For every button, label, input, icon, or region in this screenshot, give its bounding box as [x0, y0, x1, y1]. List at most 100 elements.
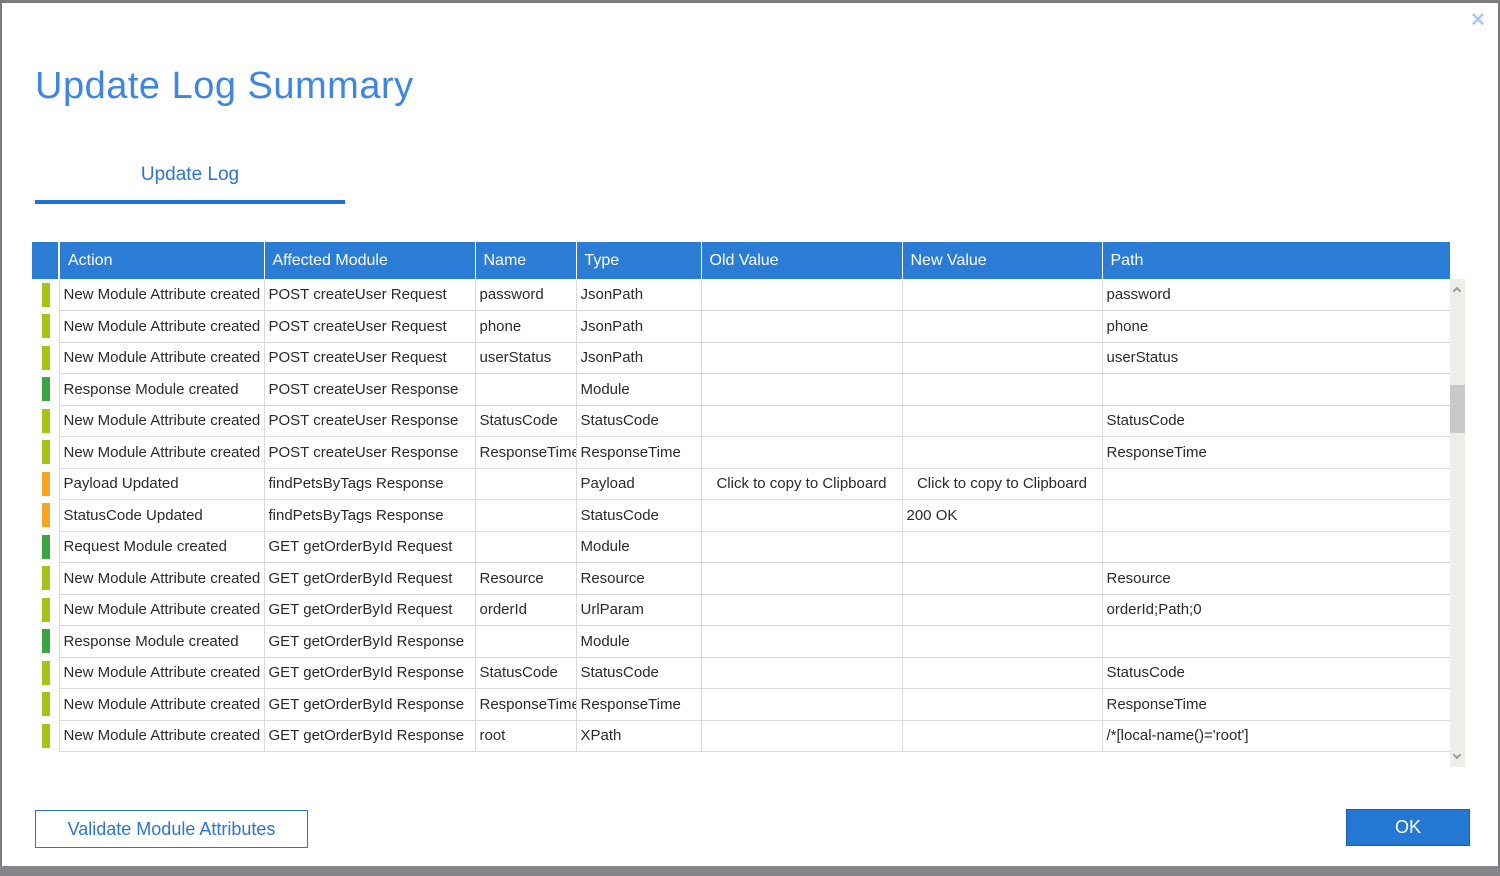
cell-type: Module — [576, 531, 701, 563]
row-status-indicator — [32, 720, 59, 752]
cell-type: Resource — [576, 563, 701, 595]
column-header-type[interactable]: Type — [576, 242, 701, 279]
cell-affected-module: GET getOrderById Response — [264, 720, 475, 752]
cell-name — [475, 500, 576, 532]
cell-copy-to-clipboard[interactable]: Click to copy to Clipboard — [701, 468, 902, 500]
cell-old-value — [701, 437, 902, 469]
table-row[interactable]: New Module Attribute created GET getOrde… — [32, 720, 1450, 752]
cell-new-value — [902, 405, 1102, 437]
cell-name: StatusCode — [475, 657, 576, 689]
cell-action: New Module Attribute created — [59, 594, 264, 626]
cell-path: /*[local-name()='root'] — [1102, 720, 1450, 752]
table-row[interactable]: New Module Attribute created POST create… — [32, 279, 1450, 311]
cell-action: Payload Updated — [59, 468, 264, 500]
row-status-indicator — [32, 563, 59, 595]
cell-type: StatusCode — [576, 657, 701, 689]
cell-type: Payload — [576, 468, 701, 500]
vertical-scrollbar[interactable] — [1450, 279, 1465, 767]
ok-button[interactable]: OK — [1346, 809, 1470, 846]
cell-affected-module: GET getOrderById Request — [264, 563, 475, 595]
cell-type: JsonPath — [576, 342, 701, 374]
cell-old-value — [701, 626, 902, 658]
row-status-indicator — [32, 689, 59, 721]
row-status-indicator — [32, 468, 59, 500]
column-header-path[interactable]: Path — [1102, 242, 1450, 279]
cell-new-value — [902, 657, 1102, 689]
cell-type: StatusCode — [576, 500, 701, 532]
scroll-up-icon[interactable] — [1453, 287, 1461, 295]
cell-type: ResponseTime — [576, 689, 701, 721]
tab-update-log[interactable]: Update Log — [35, 164, 345, 186]
table-row[interactable]: StatusCode Updated findPetsByTags Respon… — [32, 500, 1450, 532]
cell-name: StatusCode — [475, 405, 576, 437]
table-row[interactable]: New Module Attribute created POST create… — [32, 437, 1450, 469]
cell-action: StatusCode Updated — [59, 500, 264, 532]
cell-new-value — [902, 437, 1102, 469]
table-row[interactable]: New Module Attribute created POST create… — [32, 311, 1450, 343]
close-icon[interactable]: ✕ — [1470, 11, 1486, 30]
cell-old-value — [701, 342, 902, 374]
cell-path: ResponseTime — [1102, 689, 1450, 721]
table-row[interactable]: Payload Updated findPetsByTags Response … — [32, 468, 1450, 500]
table-row[interactable]: New Module Attribute created POST create… — [32, 342, 1450, 374]
table-row[interactable]: New Module Attribute created GET getOrde… — [32, 563, 1450, 595]
cell-name: ResponseTime — [475, 689, 576, 721]
cell-affected-module: GET getOrderById Response — [264, 626, 475, 658]
update-log-table: Action Affected Module Name Type Old Val… — [32, 242, 1465, 752]
row-status-indicator — [32, 657, 59, 689]
column-header-new-value[interactable]: New Value — [902, 242, 1102, 279]
cell-action: New Module Attribute created — [59, 657, 264, 689]
scrollbar-thumb[interactable] — [1450, 385, 1465, 433]
row-status-indicator — [32, 626, 59, 658]
cell-new-value — [902, 342, 1102, 374]
column-header-name[interactable]: Name — [475, 242, 576, 279]
cell-type: Module — [576, 626, 701, 658]
row-status-indicator — [32, 405, 59, 437]
cell-action: New Module Attribute created — [59, 563, 264, 595]
cell-affected-module: findPetsByTags Response — [264, 500, 475, 532]
cell-affected-module: GET getOrderById Response — [264, 657, 475, 689]
column-header-old-value[interactable]: Old Value — [701, 242, 902, 279]
table-row[interactable]: New Module Attribute created POST create… — [32, 405, 1450, 437]
row-status-indicator — [32, 311, 59, 343]
column-header-action[interactable]: Action — [59, 242, 264, 279]
cell-path: orderId;Path;0 — [1102, 594, 1450, 626]
cell-path: password — [1102, 279, 1450, 311]
cell-old-value — [701, 720, 902, 752]
cell-name: ResponseTime — [475, 437, 576, 469]
cell-name: userStatus — [475, 342, 576, 374]
row-status-indicator — [32, 342, 59, 374]
cell-action: New Module Attribute created — [59, 405, 264, 437]
cell-type: StatusCode — [576, 405, 701, 437]
cell-path — [1102, 374, 1450, 406]
cell-type: JsonPath — [576, 279, 701, 311]
cell-name: password — [475, 279, 576, 311]
cell-path: StatusCode — [1102, 657, 1450, 689]
cell-action: New Module Attribute created — [59, 311, 264, 343]
cell-path: Resource — [1102, 563, 1450, 595]
table-row[interactable]: Response Module created POST createUser … — [32, 374, 1450, 406]
table-row[interactable]: Response Module created GET getOrderById… — [32, 626, 1450, 658]
cell-old-value — [701, 531, 902, 563]
cell-name — [475, 626, 576, 658]
cell-old-value — [701, 657, 902, 689]
table-row[interactable]: New Module Attribute created GET getOrde… — [32, 594, 1450, 626]
cell-copy-to-clipboard[interactable]: Click to copy to Clipboard — [902, 468, 1102, 500]
table-body: New Module Attribute created POST create… — [32, 279, 1450, 752]
table-row[interactable]: Request Module created GET getOrderById … — [32, 531, 1450, 563]
cell-new-value: 200 OK — [902, 500, 1102, 532]
row-status-indicator — [32, 594, 59, 626]
column-header-affected-module[interactable]: Affected Module — [264, 242, 475, 279]
table-row[interactable]: New Module Attribute created GET getOrde… — [32, 689, 1450, 721]
tab-active-underline — [35, 200, 345, 204]
validate-module-attributes-button[interactable]: Validate Module Attributes — [35, 810, 308, 848]
cell-name: root — [475, 720, 576, 752]
table-row[interactable]: New Module Attribute created GET getOrde… — [32, 657, 1450, 689]
cell-affected-module: POST createUser Response — [264, 405, 475, 437]
scroll-down-icon[interactable] — [1453, 751, 1461, 759]
cell-new-value — [902, 626, 1102, 658]
cell-new-value — [902, 689, 1102, 721]
cell-affected-module: POST createUser Request — [264, 311, 475, 343]
cell-new-value — [902, 720, 1102, 752]
row-status-indicator — [32, 374, 59, 406]
